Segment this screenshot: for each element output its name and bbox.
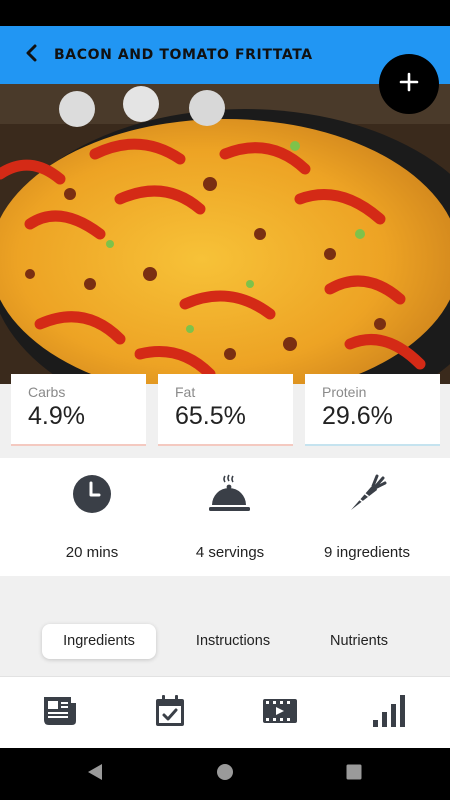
- plus-icon: [399, 72, 419, 97]
- back-button[interactable]: [20, 43, 44, 67]
- carrot-icon: [292, 472, 442, 516]
- clock-icon: [17, 472, 167, 516]
- page-title: BACON AND TOMATO FRITTATA: [54, 47, 313, 63]
- protein-label: Protein: [322, 384, 367, 400]
- bar-chart-icon: [372, 694, 408, 733]
- cloche-icon: [155, 472, 305, 516]
- tab-instructions[interactable]: Instructions: [180, 624, 286, 659]
- system-nav-bar: [0, 748, 450, 800]
- video-icon: [262, 697, 298, 730]
- nav-videos-button[interactable]: [262, 695, 298, 731]
- tab-nutrients[interactable]: Nutrients: [314, 624, 404, 659]
- circle-home-icon: [216, 763, 234, 786]
- protein-card: Protein 29.6%: [305, 374, 440, 446]
- system-back-button[interactable]: [85, 763, 105, 786]
- system-home-button[interactable]: [215, 763, 235, 786]
- stat-servings: 4 servings: [155, 472, 305, 561]
- bottom-nav: [0, 676, 450, 749]
- time-text: 20 mins: [65, 544, 119, 561]
- recipe-stats: 20 mins 4 servings 9 ingredients: [0, 458, 450, 576]
- status-bar: [0, 0, 450, 26]
- fat-card: Fat 65.5%: [158, 374, 293, 446]
- ingredients-count-text: 9 ingredients: [324, 544, 410, 561]
- system-recents-button[interactable]: [344, 764, 364, 784]
- nav-stats-button[interactable]: [372, 694, 408, 733]
- carbs-label: Carbs: [28, 384, 66, 400]
- newspaper-icon: [43, 695, 77, 732]
- square-recents-icon: [346, 764, 362, 785]
- fat-value: 65.5%: [175, 402, 246, 430]
- protein-value: 29.6%: [322, 402, 393, 430]
- calendar-check-icon: [154, 694, 186, 733]
- arrow-back-icon: [24, 44, 40, 67]
- stat-time: 20 mins: [17, 472, 167, 561]
- fat-label: Fat: [175, 384, 196, 400]
- nav-news-button[interactable]: [42, 695, 78, 731]
- recipe-hero-image: [0, 84, 450, 384]
- carbs-card: Carbs 4.9%: [11, 374, 146, 446]
- servings-text: 4 servings: [195, 544, 265, 561]
- add-button[interactable]: [379, 54, 439, 114]
- tab-ingredients[interactable]: Ingredients: [42, 624, 156, 659]
- stat-ingredients: 9 ingredients: [292, 472, 442, 561]
- carbs-value: 4.9%: [28, 402, 85, 430]
- nav-planner-button[interactable]: [152, 694, 188, 733]
- triangle-back-icon: [87, 763, 103, 786]
